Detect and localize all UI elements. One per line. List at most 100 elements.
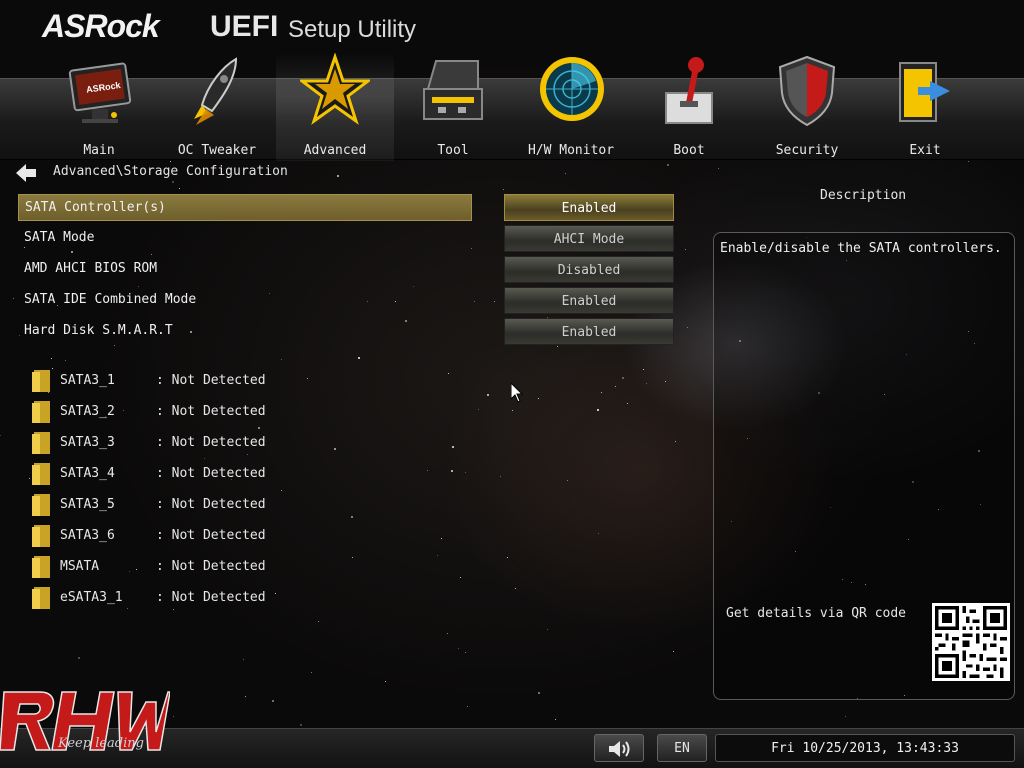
star bbox=[448, 373, 449, 374]
star bbox=[494, 301, 495, 302]
value-hard-disk-smart[interactable]: Enabled bbox=[504, 318, 674, 345]
exit-door-icon bbox=[899, 62, 950, 122]
star bbox=[51, 358, 52, 359]
drive-item-sata3-5: SATA3_5 : Not Detected bbox=[32, 492, 292, 518]
value-sata-mode[interactable]: AHCI Mode bbox=[504, 225, 674, 252]
tab-hw-monitor-label: H/W Monitor bbox=[527, 143, 615, 158]
star bbox=[467, 706, 468, 707]
tab-oc-tweaker-label: OC Tweaker bbox=[177, 143, 257, 158]
star bbox=[622, 377, 624, 379]
star bbox=[437, 555, 438, 556]
date-time-display: Fri 10/25/2013, 13:43:33 bbox=[715, 734, 1015, 762]
uefi-title: UEFI bbox=[210, 10, 279, 43]
setting-amd-ahci-bios-rom[interactable]: AMD AHCI BIOS ROM bbox=[18, 256, 472, 283]
star bbox=[0, 435, 1, 436]
asrock-logo: ASRock bbox=[42, 8, 160, 44]
folder-icon bbox=[32, 463, 50, 485]
drive-item-sata3-3: SATA3_3 : Not Detected bbox=[32, 430, 292, 456]
drive-port: SATA3_3 bbox=[60, 435, 115, 450]
star bbox=[447, 633, 448, 634]
star bbox=[65, 360, 66, 361]
drive-item-sata3-4: SATA3_4 : Not Detected bbox=[32, 461, 292, 487]
value-sata-ide-combined-mode[interactable]: Enabled bbox=[504, 287, 674, 314]
star bbox=[557, 346, 558, 347]
drive-port: SATA3_4 bbox=[60, 466, 115, 481]
tab-advanced[interactable]: Advanced bbox=[276, 53, 394, 161]
star bbox=[13, 298, 14, 299]
setting-label: AMD AHCI BIOS ROM bbox=[24, 261, 158, 276]
value-amd-ahci-bios-rom[interactable]: Disabled bbox=[504, 256, 674, 283]
star bbox=[204, 458, 205, 459]
star bbox=[503, 189, 504, 190]
setting-label: Hard Disk S.M.A.R.T bbox=[24, 323, 173, 338]
star bbox=[451, 470, 453, 472]
star bbox=[507, 557, 508, 558]
drive-status: : Not Detected bbox=[156, 528, 266, 543]
tab-main-label: Main bbox=[83, 143, 115, 158]
star bbox=[172, 181, 174, 183]
star bbox=[565, 173, 566, 174]
folder-icon bbox=[32, 494, 50, 516]
star bbox=[567, 480, 568, 481]
tab-main[interactable]: ASRock Main bbox=[40, 53, 158, 161]
language-button[interactable]: EN bbox=[657, 734, 707, 762]
star bbox=[179, 188, 180, 189]
tab-exit[interactable]: Exit bbox=[866, 53, 984, 161]
back-arrow-icon[interactable] bbox=[16, 164, 36, 182]
volume-button[interactable] bbox=[594, 734, 644, 762]
radar-icon bbox=[540, 57, 604, 121]
star bbox=[245, 696, 246, 697]
star bbox=[643, 369, 644, 370]
star bbox=[675, 441, 676, 442]
star bbox=[385, 681, 386, 682]
star bbox=[555, 719, 556, 720]
watermark: Keep leading bbox=[0, 688, 171, 768]
star bbox=[627, 403, 628, 404]
drive-port: SATA3_5 bbox=[60, 497, 115, 512]
star bbox=[601, 392, 602, 393]
tab-boot[interactable]: Boot bbox=[630, 53, 748, 161]
drive-item-esata3-1: eSATA3_1 : Not Detected bbox=[32, 585, 292, 611]
setting-sata-ide-combined-mode[interactable]: SATA IDE Combined Mode bbox=[18, 287, 472, 314]
star bbox=[478, 409, 479, 410]
setting-sata-mode[interactable]: SATA Mode bbox=[18, 225, 472, 252]
tab-tool[interactable]: Tool bbox=[394, 53, 512, 161]
setting-hard-disk-smart[interactable]: Hard Disk S.M.A.R.T bbox=[18, 318, 472, 345]
tab-exit-label: Exit bbox=[909, 143, 941, 158]
star bbox=[687, 327, 688, 328]
star bbox=[170, 161, 171, 162]
value-sata-controllers[interactable]: Enabled bbox=[504, 194, 674, 221]
tab-hw-monitor[interactable]: H/W Monitor bbox=[512, 53, 630, 161]
setup-utility-title: Setup Utility bbox=[288, 16, 417, 43]
star bbox=[78, 657, 80, 659]
star bbox=[352, 557, 353, 558]
star bbox=[458, 648, 459, 649]
star bbox=[598, 533, 599, 534]
star bbox=[667, 164, 669, 166]
drive-status: : Not Detected bbox=[156, 373, 266, 388]
star bbox=[272, 700, 274, 702]
folder-icon bbox=[32, 525, 50, 547]
folder-icon bbox=[32, 556, 50, 578]
star bbox=[427, 470, 428, 471]
description-text: Enable/disable the SATA controllers. bbox=[720, 241, 1002, 256]
tab-security[interactable]: Security bbox=[748, 53, 866, 161]
folder-icon bbox=[32, 587, 50, 609]
star bbox=[307, 378, 308, 379]
tab-oc-tweaker[interactable]: OC Tweaker bbox=[158, 53, 276, 161]
drive-port: SATA3_1 bbox=[60, 373, 115, 388]
setting-label: SATA Controller(s) bbox=[25, 200, 166, 215]
star bbox=[173, 716, 174, 717]
star bbox=[673, 651, 674, 652]
star bbox=[460, 577, 461, 578]
folder-icon bbox=[32, 432, 50, 454]
star bbox=[465, 652, 466, 653]
star bbox=[281, 490, 282, 491]
setting-label: SATA Mode bbox=[24, 230, 95, 245]
description-title: Description bbox=[820, 188, 907, 203]
star bbox=[512, 410, 513, 411]
qr-label: Get details via QR code bbox=[726, 606, 907, 621]
setting-sata-controllers[interactable]: SATA Controller(s) bbox=[18, 194, 472, 221]
drive-status: : Not Detected bbox=[156, 590, 266, 605]
drive-port: MSATA bbox=[60, 559, 100, 574]
